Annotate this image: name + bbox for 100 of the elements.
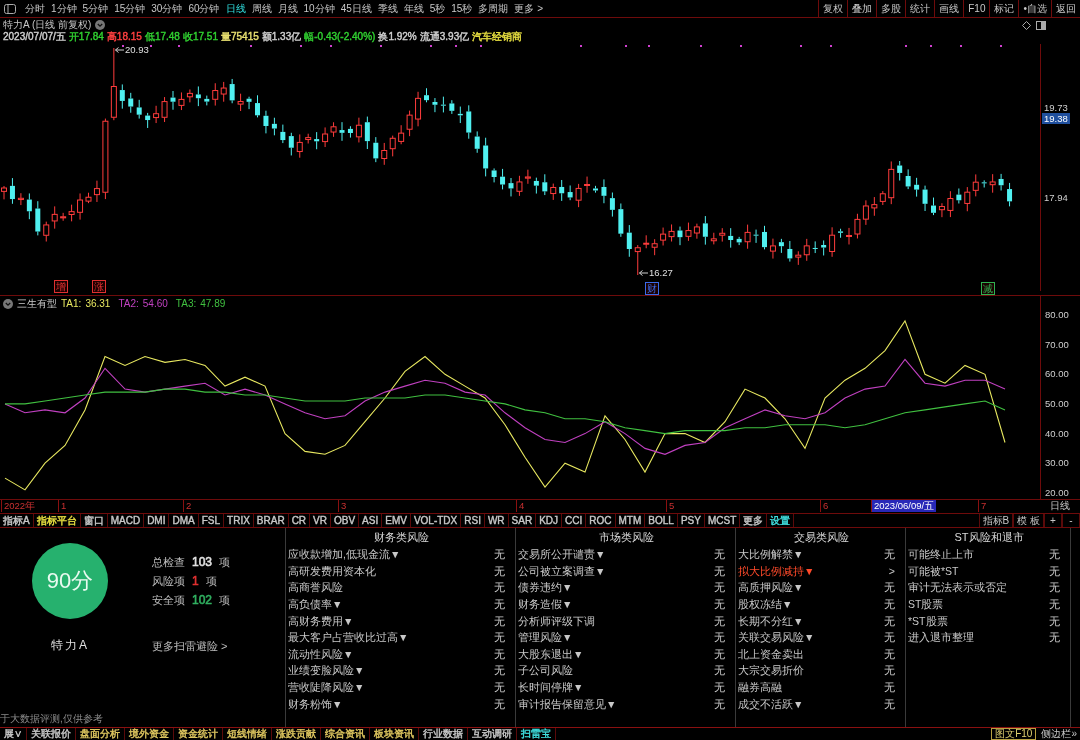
risk-item[interactable]: 融券高融	[738, 681, 782, 694]
indicator-tab[interactable]: SAR	[508, 514, 537, 527]
risk-item[interactable]: 长时间停牌▼	[518, 681, 584, 694]
indicator-tab[interactable]: PSY	[677, 514, 705, 527]
bottom-tab[interactable]: 短线情绪	[223, 728, 272, 740]
risk-item[interactable]: 管理风险▼	[518, 631, 573, 644]
period-tab[interactable]: 更多 >	[511, 0, 547, 17]
bottom-tab[interactable]: 境外资金	[125, 728, 174, 740]
chevron-down-icon[interactable]	[95, 20, 106, 30]
risk-item[interactable]: 业绩变脸风险▼	[288, 664, 365, 677]
toolbar-button[interactable]: 画线	[934, 0, 964, 17]
indicator-tab[interactable]: MACD	[107, 514, 145, 527]
toolbar-button[interactable]: F10	[963, 0, 990, 17]
risk-item[interactable]: 子公司风险	[518, 664, 573, 677]
indicator-tab[interactable]: 指标A	[0, 514, 34, 527]
risk-item[interactable]: 审计无法表示或否定	[908, 581, 1007, 594]
risk-item[interactable]: 大比例解禁▼	[738, 548, 804, 561]
panel-toggle-icon[interactable]	[4, 4, 16, 14]
indicator-tab[interactable]: OBV	[331, 514, 360, 527]
indicator-tab[interactable]: CCI	[562, 514, 587, 527]
indicator-tab[interactable]: 指标B	[978, 514, 1014, 527]
indicator-tab[interactable]: 设置	[767, 514, 795, 527]
risk-item[interactable]: 最大客户占营收比过高▼	[288, 631, 409, 644]
risk-item[interactable]: 债券违约▼	[518, 581, 573, 594]
indicator-tab[interactable]: RSI	[461, 514, 485, 527]
indicator-tab[interactable]: ROC	[586, 514, 616, 527]
bottom-link[interactable]: 侧边栏»	[1038, 729, 1080, 739]
indicator-tab[interactable]: +	[1044, 514, 1062, 527]
risk-item[interactable]: 进入退市整理	[908, 631, 974, 644]
bottom-tab[interactable]: 扫雷宝	[517, 728, 556, 740]
risk-item[interactable]: 高商誉风险	[288, 581, 343, 594]
period-tab[interactable]: 15分钟	[111, 0, 149, 17]
risk-item[interactable]: 股权冻结▼	[738, 598, 793, 611]
bottom-tab[interactable]: 关联报价	[27, 728, 76, 740]
bottom-tab[interactable]: 资金统计	[174, 728, 223, 740]
toolbar-button[interactable]: •自选	[1018, 0, 1051, 17]
indicator-tab[interactable]: 指标平台	[33, 514, 81, 527]
risk-item[interactable]: 长期不分红▼	[738, 614, 804, 627]
indicator-tab[interactable]: VR	[310, 514, 331, 527]
indicator-tab[interactable]: TRIX	[224, 514, 254, 527]
risk-item[interactable]: 公司被立案调查▼	[518, 564, 606, 577]
indicator-tab[interactable]: ASI	[359, 514, 383, 527]
risk-item[interactable]: 高负债率▼	[288, 598, 343, 611]
indicator-tab[interactable]: VOL-TDX	[410, 514, 462, 527]
bottom-tab[interactable]: 盘面分析	[76, 728, 125, 740]
diamond-icon[interactable]	[1022, 20, 1031, 30]
bottom-tab[interactable]: 涨跌贡献	[272, 728, 321, 740]
risk-item[interactable]: 审计报告保留意见▼	[518, 697, 617, 710]
chevron-down-icon[interactable]	[3, 298, 13, 309]
risk-item[interactable]: 财务粉饰▼	[288, 697, 343, 710]
toolbar-button[interactable]: 复权	[818, 0, 848, 17]
risk-item[interactable]: 高财务费用▼	[288, 614, 354, 627]
risk-item[interactable]: 应收款增加,低现金流▼	[288, 548, 401, 561]
period-tab[interactable]: 45日线	[337, 0, 375, 17]
period-tab[interactable]: 年线	[400, 0, 427, 17]
period-tab[interactable]: 周线	[248, 0, 275, 17]
risk-item[interactable]: 交易所公开谴责▼	[518, 548, 606, 561]
indicator-tab[interactable]: WR	[484, 514, 509, 527]
risk-item[interactable]: 关联交易风险▼	[738, 631, 815, 644]
risk-item[interactable]: 流动性风险▼	[288, 647, 354, 660]
risk-item[interactable]: 大宗交易折价	[738, 664, 804, 677]
period-tab[interactable]: 1分钟	[48, 0, 80, 17]
period-tab[interactable]: 多周期	[475, 0, 512, 17]
period-tab[interactable]: 5分钟	[79, 0, 112, 17]
risk-item[interactable]: 拟大比例减持▼	[738, 564, 815, 577]
toolbar-button[interactable]: 叠加	[847, 0, 877, 17]
risk-item[interactable]: 大股东退出▼	[518, 647, 584, 660]
bottom-tab[interactable]: 互动调研	[468, 728, 517, 740]
bottom-tab[interactable]: 展∨	[0, 728, 27, 740]
indicator-tab[interactable]: 窗口	[80, 514, 108, 527]
indicator-tab[interactable]: BRAR	[253, 514, 289, 527]
period-tab[interactable]: 30分钟	[148, 0, 186, 17]
indicator-tab[interactable]: BOLL	[645, 514, 678, 527]
bottom-link[interactable]: 图文F10	[991, 728, 1037, 740]
risk-item[interactable]: 高研发费用资本化	[288, 564, 376, 577]
period-tab[interactable]: 15秒	[448, 0, 476, 17]
bottom-tab[interactable]: 板块资讯	[370, 728, 419, 740]
risk-item[interactable]: *ST股票	[908, 614, 948, 627]
toolbar-button[interactable]: 多股	[876, 0, 906, 17]
risk-item[interactable]: 高质押风险▼	[738, 581, 804, 594]
panel-icon[interactable]	[1036, 20, 1046, 30]
risk-item[interactable]: 成交不活跃▼	[738, 697, 804, 710]
bottom-tab[interactable]: 行业数据	[419, 728, 468, 740]
indicator-tab[interactable]: MTM	[615, 514, 646, 527]
risk-item[interactable]: ST股票	[908, 598, 944, 611]
period-tab[interactable]: 季线	[374, 0, 401, 17]
toolbar-button[interactable]: 标记	[989, 0, 1019, 17]
period-tab[interactable]: 日线	[222, 0, 249, 17]
bottom-tab[interactable]: 综合资讯	[321, 728, 370, 740]
risk-item[interactable]: 可能被*ST	[908, 564, 959, 577]
period-tab[interactable]: 5秒	[426, 0, 449, 17]
indicator-tab[interactable]: 更多	[740, 514, 768, 527]
period-tab[interactable]: 月线	[274, 0, 301, 17]
risk-item[interactable]: 营收陡降风险▼	[288, 681, 365, 694]
indicator-tab[interactable]: CR	[288, 514, 311, 527]
indicator-tab[interactable]: EMV	[382, 514, 411, 527]
risk-item[interactable]: 可能终止上市	[908, 548, 974, 561]
risk-item[interactable]: 分析师评级下调	[518, 614, 595, 627]
toolbar-button[interactable]: 统计	[905, 0, 935, 17]
period-tab[interactable]: 分时	[22, 0, 48, 17]
